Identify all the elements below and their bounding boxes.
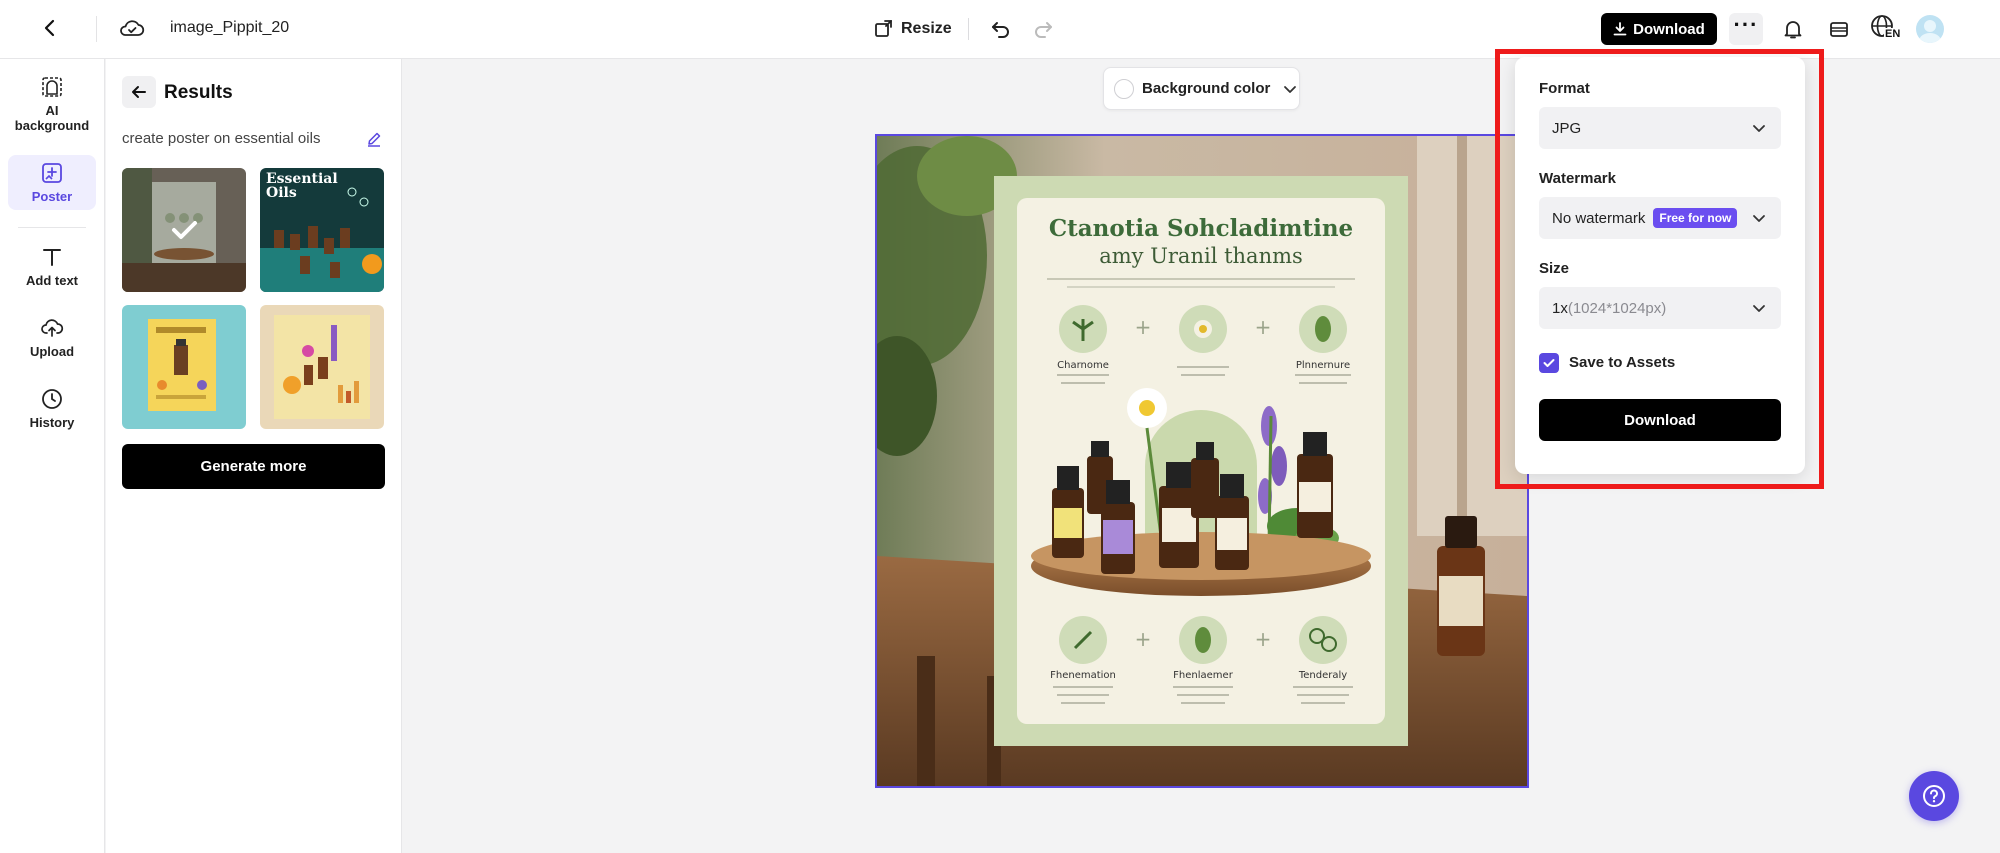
watermark-value: No watermark [1552, 209, 1646, 227]
redo-button[interactable] [1030, 16, 1056, 42]
watermark-select[interactable]: No watermark Free for now [1539, 197, 1781, 239]
format-label: Format [1539, 80, 1590, 97]
nav-item-ai-background[interactable]: AI background [8, 69, 96, 139]
nav-item-poster[interactable]: Poster [8, 155, 96, 210]
size-value: 1x [1552, 299, 1568, 317]
more-icon: ··· [1733, 12, 1759, 37]
chevron-left-icon [44, 19, 55, 37]
resize-label: Resize [901, 20, 952, 37]
more-options-button[interactable]: ··· [1729, 13, 1763, 45]
left-nav: AI background Poster Add text Upload His… [0, 59, 105, 853]
upload-icon [41, 319, 64, 337]
background-color-button[interactable]: Background color [1103, 67, 1300, 110]
history-icon [42, 389, 62, 409]
poster-label: Fhenemation [1050, 670, 1116, 681]
back-button[interactable] [38, 16, 62, 40]
chevron-down-icon [1753, 305, 1765, 312]
results-title: Results [164, 82, 233, 103]
wallet-icon [1830, 22, 1848, 37]
poster-scene: Ctanotia Sohcladimtine amy Uranil thanms… [877, 136, 1527, 786]
format-value: JPG [1552, 119, 1582, 137]
notifications-button[interactable] [1780, 16, 1806, 42]
text-icon [43, 249, 61, 266]
color-swatch [1114, 78, 1134, 99]
chevron-down-icon [1284, 85, 1297, 93]
poster-label: Fhenlaemer [1173, 670, 1234, 681]
top-bar: image_Pippit_20 Resize Download ··· EN [0, 0, 2000, 59]
file-name[interactable]: image_Pippit_20 [170, 19, 289, 37]
resize-icon [875, 20, 892, 37]
save-to-assets-label: Save to Assets [1569, 354, 1676, 371]
nav-label: Poster [31, 189, 73, 204]
thumbnail-caption: Essential Oils [266, 171, 338, 201]
check-icon [1543, 359, 1555, 367]
edit-prompt-button[interactable] [364, 129, 384, 149]
redo-icon [1035, 22, 1052, 38]
nav-item-upload[interactable]: Upload [8, 310, 96, 365]
results-back-button[interactable] [122, 76, 156, 108]
poster-subtitle: amy Uranil thanms [1099, 244, 1303, 268]
canvas-image[interactable]: Ctanotia Sohcladimtine amy Uranil thanms… [875, 134, 1529, 788]
download-label: Download [1633, 20, 1705, 38]
nav-label: Upload [29, 344, 75, 359]
prompt-text: create poster on essential oils [122, 130, 321, 147]
svg-text:+: + [1135, 627, 1152, 651]
credits-button[interactable] [1826, 16, 1852, 42]
help-icon [1923, 785, 1945, 807]
poster-label: Tenderaly [1298, 670, 1347, 681]
results-panel: Results create poster on essential oils [106, 59, 402, 853]
chevron-down-icon [1753, 125, 1765, 132]
language-code: EN [1884, 28, 1902, 40]
nav-item-add-text[interactable]: Add text [8, 239, 96, 294]
nav-item-history[interactable]: History [8, 381, 96, 436]
download-menu: Format JPG Watermark No watermark Free f… [1515, 57, 1805, 474]
help-button[interactable] [1909, 771, 1959, 821]
download-icon [1613, 22, 1627, 36]
free-badge: Free for now [1653, 208, 1738, 228]
size-select[interactable]: 1x (1024*1024px) [1539, 287, 1781, 329]
background-color-label: Background color [1142, 80, 1271, 97]
svg-text:+: + [1255, 315, 1272, 339]
bell-icon [1784, 21, 1802, 39]
svg-text:+: + [1135, 315, 1152, 339]
nav-label: Add text [26, 273, 78, 288]
pencil-icon [368, 132, 381, 147]
arrow-left-icon [132, 86, 146, 98]
result-thumbnail-1[interactable] [122, 168, 246, 292]
ai-background-icon [42, 77, 62, 97]
generate-more-button[interactable]: Generate more [122, 444, 385, 489]
nav-label: AI background [14, 103, 90, 133]
poster-title: Ctanotia Sohcladimtine [1049, 215, 1353, 242]
result-thumbnail-3[interactable] [122, 305, 246, 429]
poster-label: Plnnernure [1296, 360, 1350, 371]
nav-divider [18, 227, 86, 228]
save-to-assets-checkbox[interactable] [1539, 353, 1559, 373]
avatar[interactable] [1916, 15, 1944, 43]
poster-label: Charnome [1057, 360, 1109, 371]
undo-button[interactable] [988, 16, 1014, 42]
divider [968, 18, 969, 40]
svg-text:+: + [1255, 627, 1272, 651]
result-thumbnail-2[interactable]: Essential Oils [260, 168, 384, 292]
cloud-sync-icon[interactable] [118, 15, 146, 43]
poster-icon [42, 163, 62, 183]
format-select[interactable]: JPG [1539, 107, 1781, 149]
size-label: Size [1539, 260, 1570, 277]
chevron-down-icon [1753, 215, 1765, 222]
resize-button[interactable]: Resize [873, 14, 952, 44]
download-button[interactable]: Download [1601, 13, 1717, 45]
undo-icon [992, 22, 1009, 38]
divider [96, 16, 97, 42]
menu-download-button[interactable]: Download [1539, 399, 1781, 441]
result-thumbnail-4[interactable] [260, 305, 384, 429]
watermark-label: Watermark [1539, 170, 1616, 187]
nav-label: History [29, 415, 75, 430]
language-button[interactable]: EN [1870, 14, 1904, 44]
size-detail: (1024*1024px) [1567, 299, 1667, 317]
